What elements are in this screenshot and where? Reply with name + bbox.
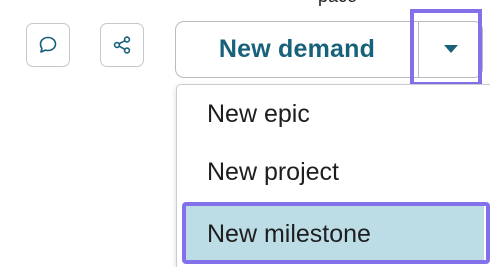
page-stage: pace New demand xyxy=(0,0,490,267)
menu-item-new-epic[interactable]: New epic xyxy=(177,85,490,143)
caret-down-icon xyxy=(443,41,459,59)
dropdown-toggle-button[interactable] xyxy=(418,21,483,78)
new-demand-split-button: New demand xyxy=(175,21,486,78)
share-icon xyxy=(112,35,132,55)
menu-item-new-project[interactable]: New project xyxy=(177,143,490,201)
speech-bubble-icon xyxy=(38,35,58,55)
share-button[interactable] xyxy=(100,23,144,67)
new-item-dropdown-menu: New epic New project New milestone xyxy=(176,84,490,267)
header-text-fragment: pace xyxy=(318,0,357,7)
new-demand-button[interactable]: New demand xyxy=(175,21,418,78)
menu-item-new-milestone[interactable]: New milestone xyxy=(184,206,484,262)
comment-button[interactable] xyxy=(26,23,70,67)
